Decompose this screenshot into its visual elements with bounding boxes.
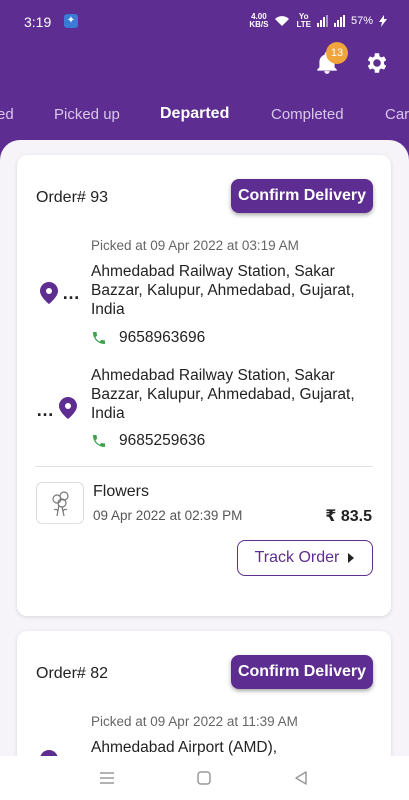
menu-icon[interactable] bbox=[97, 768, 117, 788]
home-icon[interactable] bbox=[194, 768, 214, 788]
pickup-location-pin-icon bbox=[40, 282, 58, 304]
phone-icon bbox=[93, 435, 105, 447]
order-number: Order# 93 bbox=[36, 189, 109, 206]
chevron-right-icon bbox=[348, 553, 355, 563]
pickup-phone-row[interactable]: 9658963696 bbox=[91, 329, 205, 347]
confirm-delivery-button[interactable]: Confirm Delivery bbox=[231, 655, 373, 689]
gear-icon[interactable] bbox=[364, 50, 390, 76]
track-order-label: Track Order bbox=[254, 549, 340, 566]
battery-level: 57% bbox=[350, 15, 373, 27]
tab-cancelled[interactable]: Car bbox=[385, 106, 409, 123]
pickup-address: Ahmedabad Airport (AMD), bbox=[91, 739, 278, 756]
drop-phone-row[interactable]: 9685259636 bbox=[91, 432, 205, 450]
picked-at-text: Picked at 09 Apr 2022 at 03:19 AM bbox=[91, 238, 299, 253]
charging-icon bbox=[379, 15, 387, 27]
tab-completed[interactable]: Completed bbox=[271, 106, 344, 123]
status-time: 3:19 bbox=[24, 14, 52, 30]
drop-address: Ahmedabad Railway Station, Sakar Bazzar,… bbox=[91, 367, 355, 422]
volte-indicator: Yo LTE bbox=[296, 12, 311, 29]
drop-phone: 9685259636 bbox=[119, 432, 206, 449]
confirm-delivery-button[interactable]: Confirm Delivery bbox=[231, 179, 373, 213]
drop-location-pin-icon bbox=[59, 397, 77, 419]
header-actions: 13 bbox=[0, 42, 409, 82]
signal-icon-2 bbox=[333, 15, 345, 27]
back-icon[interactable] bbox=[291, 768, 311, 788]
route-dots-icon: … bbox=[36, 400, 55, 420]
notification-badge: 13 bbox=[326, 42, 348, 64]
status-indicators: 4.00 KB/S Yo LTE 57% bbox=[249, 13, 387, 29]
pickup-address: Ahmedabad Railway Station, Sakar Bazzar,… bbox=[91, 263, 355, 318]
order-card: Order# 93 Confirm Delivery Picked at 09 … bbox=[17, 155, 391, 616]
picked-at-text: Picked at 09 Apr 2022 at 11:39 AM bbox=[91, 714, 298, 729]
status-bar: 3:19 ✦ 4.00 KB/S Yo LTE 57% bbox=[0, 0, 409, 42]
route-dots-icon: … bbox=[62, 283, 81, 303]
order-list[interactable]: Order# 93 Confirm Delivery Picked at 09 … bbox=[0, 140, 409, 800]
track-order-button[interactable]: Track Order bbox=[237, 540, 373, 576]
order-status-tabs: ed Picked up Departed Completed Car bbox=[0, 96, 409, 132]
tab-assigned[interactable]: ed bbox=[0, 106, 14, 123]
system-navigation-bar bbox=[0, 756, 409, 800]
item-name: Flowers bbox=[93, 483, 150, 500]
item-thumbnail bbox=[36, 482, 84, 524]
pickup-phone: 9658963696 bbox=[119, 329, 206, 346]
app-notification-icon: ✦ bbox=[64, 14, 78, 28]
divider bbox=[35, 466, 373, 467]
flower-icon bbox=[52, 491, 69, 517]
tab-departed[interactable]: Departed bbox=[160, 105, 229, 123]
order-price: ₹ 83.5 bbox=[325, 508, 372, 525]
wifi-icon bbox=[275, 16, 290, 26]
order-number: Order# 82 bbox=[36, 665, 109, 682]
phone-icon bbox=[93, 332, 105, 344]
signal-icon-1 bbox=[316, 15, 328, 27]
tab-picked-up[interactable]: Picked up bbox=[54, 106, 120, 123]
item-date: 09 Apr 2022 at 02:39 PM bbox=[93, 508, 243, 523]
network-speed: 4.00 KB/S bbox=[249, 12, 269, 29]
